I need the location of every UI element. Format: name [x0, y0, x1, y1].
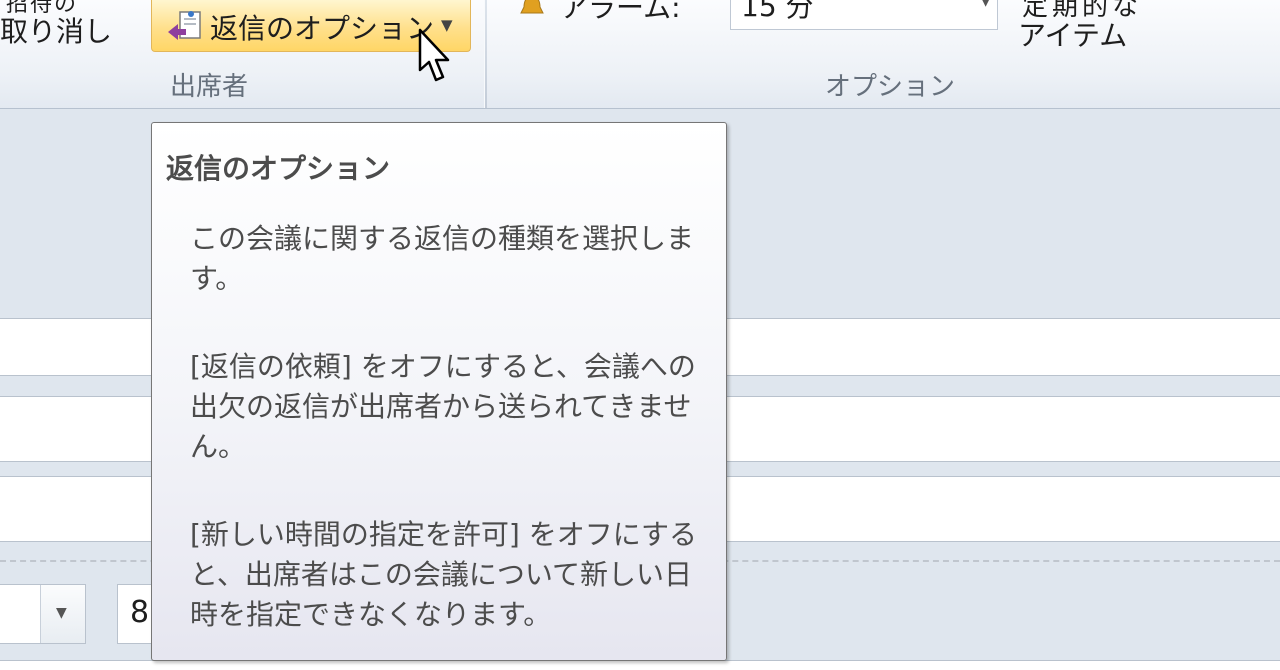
start-date-combo[interactable]: ▼ [0, 584, 86, 644]
dropdown-button[interactable]: ▼ [40, 585, 85, 643]
ribbon: 招待の 取り消し 返信のオプション ▼ 出席者 アラーム: 15 分 ▼ 定期的… [0, 0, 1280, 109]
mouse-cursor-icon [418, 28, 450, 82]
reminder-label: アラーム: [560, 0, 681, 24]
recurrence-button[interactable]: アイテム [1018, 14, 1127, 54]
reminder-value: 15 分 [741, 0, 814, 23]
tooltip-paragraph: [返信の依頼] をオフにすると、会議への出欠の返信が出席者から送られてきません。 [190, 350, 696, 463]
response-options-icon [168, 11, 201, 40]
tooltip-paragraph: [新しい時間の指定を許可] をオフにすると、出席者はこの会議について新しい日時を… [190, 518, 698, 631]
start-time-value: 8 [130, 595, 150, 630]
chevron-down-icon: ▼ [56, 605, 67, 621]
attendees-group: 招待の 取り消し 返信のオプション ▼ 出席者 [0, 0, 484, 108]
bell-icon [520, 0, 544, 14]
options-group-label: オプション [825, 72, 956, 102]
chevron-down-icon: ▼ [980, 0, 991, 9]
response-options-tooltip: 返信のオプション この会議に関する返信の種類を選択します。 [返信の依頼] をオ… [151, 122, 727, 661]
group-divider [484, 0, 487, 108]
tooltip-title: 返信のオプション [166, 152, 391, 185]
cancel-invitation-button[interactable]: 取り消し [0, 10, 112, 50]
tooltip-paragraph: この会議に関する返信の種類を選択します。 [190, 222, 695, 295]
reminder-dropdown[interactable]: 15 分 ▼ [730, 0, 998, 30]
attendees-group-label: 出席者 [170, 72, 249, 102]
response-options-label: 返信のオプション [210, 12, 435, 45]
